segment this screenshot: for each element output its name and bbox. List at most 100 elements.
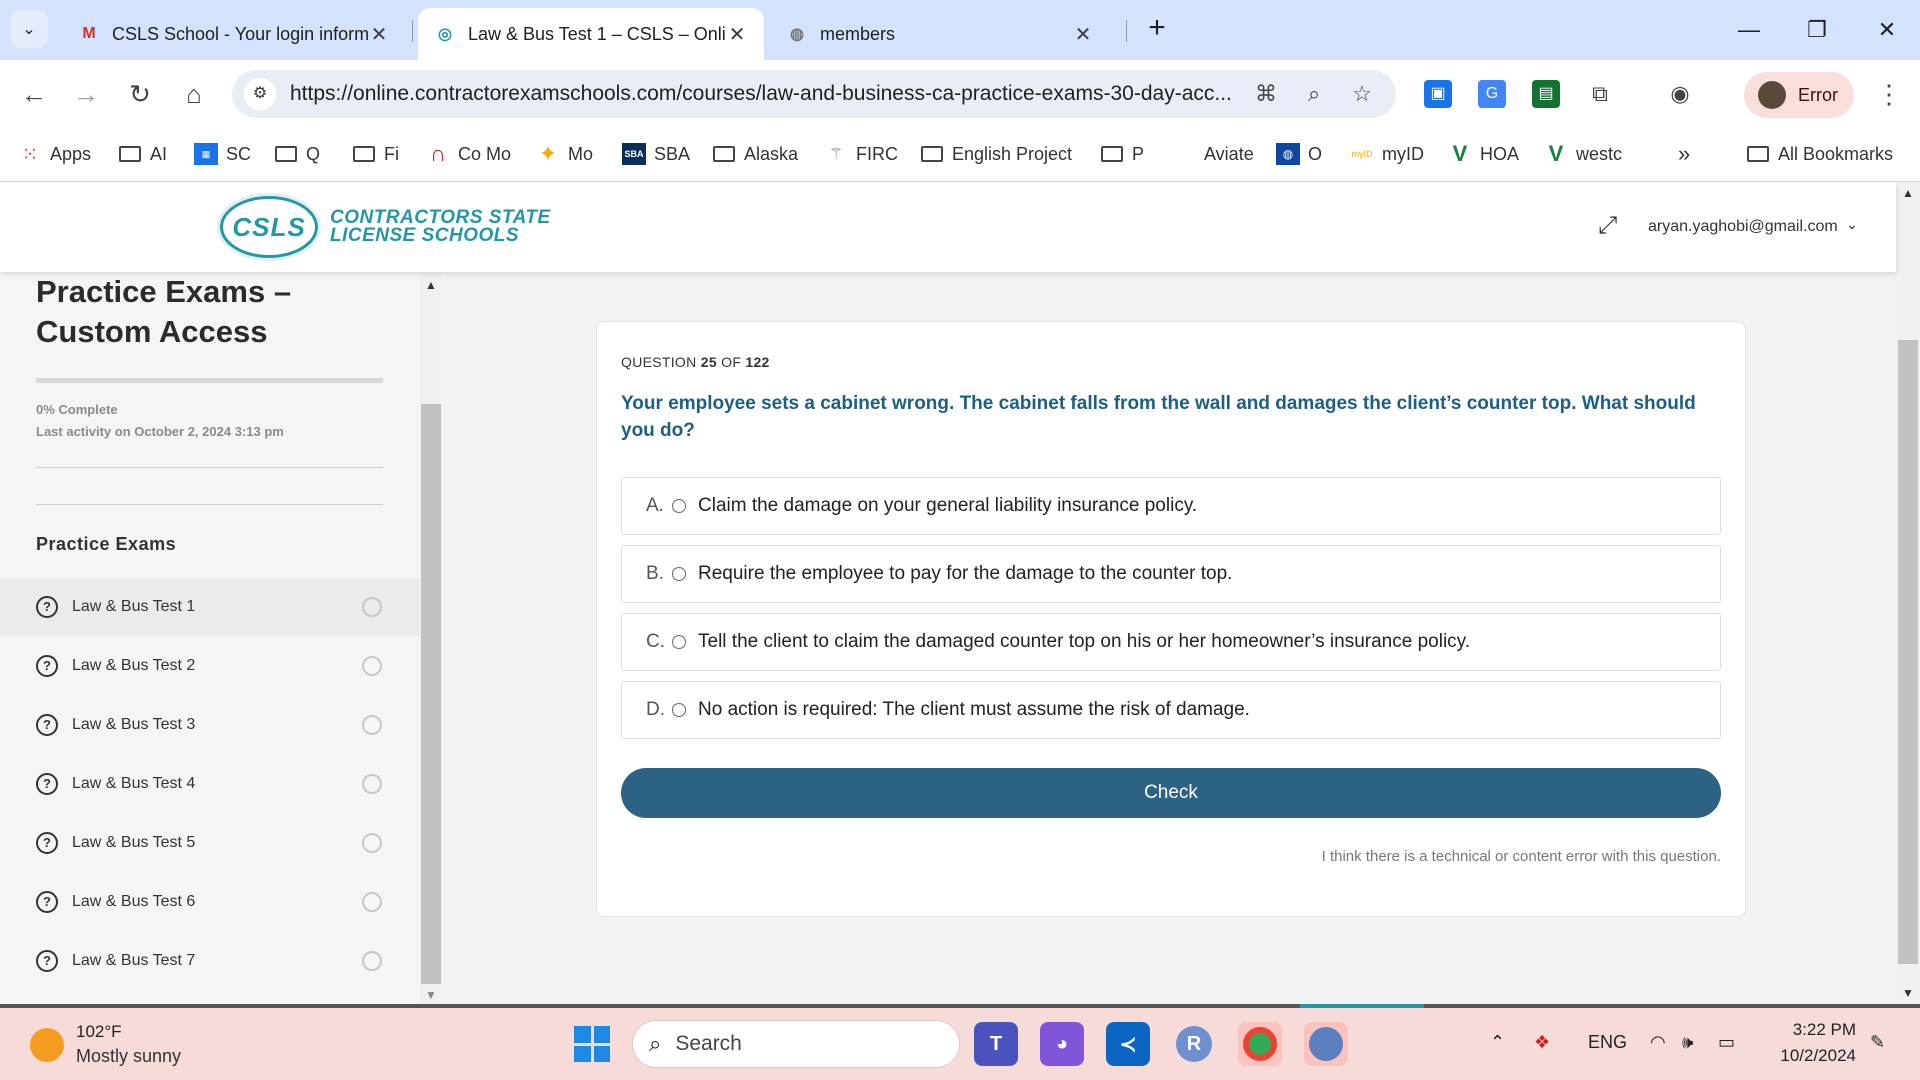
chrome-icon[interactable] bbox=[1238, 1022, 1282, 1066]
bookmark-p[interactable]: P bbox=[1100, 140, 1144, 168]
weather-temperature[interactable]: 102°F bbox=[76, 1022, 122, 1042]
wifi-icon[interactable]: ◠ bbox=[1650, 1032, 1666, 1053]
volume-icon[interactable]: 🕪 bbox=[1682, 1032, 1693, 1053]
scroll-down-arrow-icon[interactable]: ▼ bbox=[425, 988, 437, 1002]
tab-members[interactable]: ◍ members ✕ bbox=[770, 8, 1110, 60]
bookmark-aviate[interactable]: Aviate bbox=[1204, 140, 1254, 168]
browser-menu-icon[interactable]: ⋮ bbox=[1874, 74, 1904, 114]
new-tab-button[interactable]: + bbox=[1140, 12, 1174, 46]
answer-option-d[interactable]: D. No action is required: The client mus… bbox=[621, 681, 1721, 739]
url-text[interactable]: https://online.contractorexamschools.com… bbox=[290, 82, 1230, 106]
bookmark-firc[interactable]: ⚚ FIRC bbox=[824, 140, 898, 168]
sidebar-scrollbar[interactable]: ▲ ▼ bbox=[420, 272, 442, 1006]
check-button[interactable]: Check bbox=[621, 768, 1721, 818]
r-app-icon[interactable]: R bbox=[1172, 1022, 1216, 1066]
bookmark-fi[interactable]: Fi bbox=[352, 140, 399, 168]
close-tab-icon[interactable]: ✕ bbox=[726, 22, 748, 47]
translate-icon[interactable]: ⌘ bbox=[1250, 78, 1282, 110]
folder-icon bbox=[1746, 143, 1770, 165]
notifications-icon[interactable]: ✎ bbox=[1870, 1032, 1885, 1053]
battery-icon[interactable]: ▭ bbox=[1718, 1032, 1735, 1053]
sidebar-scroll-thumb[interactable] bbox=[421, 404, 441, 984]
bookmark-westc[interactable]: Vwestc bbox=[1544, 140, 1622, 168]
show-hidden-icons-chevron-icon[interactable]: ⌃ bbox=[1490, 1032, 1505, 1053]
dropbox-icon[interactable]: ❖ bbox=[1534, 1032, 1550, 1053]
zoom-icon[interactable]: ⌕ bbox=[1298, 78, 1330, 110]
reload-button[interactable]: ↻ bbox=[120, 74, 160, 114]
google-translate-extension-icon[interactable]: G bbox=[1478, 80, 1506, 108]
eagle-icon: ⚚ bbox=[828, 146, 844, 163]
sidebar-item-test-2[interactable]: ? Law & Bus Test 2 bbox=[0, 637, 420, 695]
sidebar-item-test-6[interactable]: ? Law & Bus Test 6 bbox=[0, 873, 420, 931]
page-scroll-thumb[interactable] bbox=[1898, 340, 1918, 964]
sidebar-item-test-4[interactable]: ? Law & Bus Test 4 bbox=[0, 755, 420, 813]
sidebar-item-test-3[interactable]: ? Law & Bus Test 3 bbox=[0, 696, 420, 754]
tab-search-chevron-icon[interactable]: ⌄ bbox=[10, 10, 48, 48]
sun-weather-icon[interactable] bbox=[30, 1028, 64, 1062]
bookmark-o[interactable]: ◍ O bbox=[1276, 140, 1322, 168]
site-info-icon[interactable]: ⚙ bbox=[244, 78, 276, 110]
close-tab-icon[interactable]: ✕ bbox=[368, 22, 390, 47]
forward-button[interactable]: → bbox=[66, 74, 106, 114]
windows-start-icon[interactable] bbox=[574, 1026, 610, 1062]
sidebar-item-test-5[interactable]: ? Law & Bus Test 5 bbox=[0, 814, 420, 872]
profile-error-button[interactable]: Error bbox=[1744, 72, 1854, 118]
close-tab-icon[interactable]: ✕ bbox=[1072, 22, 1094, 47]
tab-law-bus-test[interactable]: ◎ Law & Bus Test 1 – CSLS – Onlir ✕ bbox=[418, 8, 764, 60]
chevron-down-icon[interactable]: ⌄ bbox=[1846, 216, 1858, 233]
clock-time[interactable]: 3:22 PM bbox=[1790, 1020, 1856, 1040]
green-extension-icon[interactable]: ▤ bbox=[1532, 80, 1560, 108]
bookmark-apps[interactable]: ⁙ Apps bbox=[18, 140, 91, 168]
answer-option-b[interactable]: B. Require the employee to pay for the d… bbox=[621, 545, 1721, 603]
sidebar-item-test-7[interactable]: ? Law & Bus Test 7 bbox=[0, 932, 420, 990]
question-counter: QUESTION 25 OF 122 bbox=[621, 354, 770, 370]
camera-lens-icon[interactable]: ◉ bbox=[1666, 80, 1694, 108]
bookmark-english-project[interactable]: English Project bbox=[920, 140, 1072, 168]
radio-button[interactable] bbox=[672, 499, 686, 513]
back-button[interactable]: ← bbox=[14, 74, 54, 114]
radio-button[interactable] bbox=[672, 703, 686, 717]
language-indicator[interactable]: ENG bbox=[1588, 1032, 1627, 1053]
report-error-link[interactable]: I think there is a technical or content … bbox=[1322, 848, 1721, 865]
scroll-up-arrow-icon[interactable]: ▲ bbox=[1902, 186, 1914, 200]
home-button[interactable]: ⌂ bbox=[174, 74, 214, 114]
more-bookmarks-button[interactable]: » bbox=[1678, 140, 1690, 168]
restore-button[interactable]: ❐ bbox=[1792, 10, 1842, 50]
bookmark-sc[interactable]: ▦ SC bbox=[194, 140, 251, 168]
screenshot-extension-icon[interactable]: ▣ bbox=[1424, 80, 1452, 108]
user-menu-email[interactable]: aryan.yaghobi@gmail.com bbox=[1648, 218, 1838, 236]
csls-logo[interactable]: CSLS CONTRACTORS STATE LICENSE SCHOOLS bbox=[220, 196, 551, 258]
bookmark-co-mo[interactable]: ∩ Co Mo bbox=[426, 140, 511, 168]
weather-description[interactable]: Mostly sunny bbox=[76, 1046, 181, 1067]
bookmark-sba[interactable]: SBA SBA bbox=[622, 140, 690, 168]
tab-gmail[interactable]: M CSLS School - Your login inform ✕ bbox=[62, 8, 406, 60]
answer-option-a[interactable]: A. Claim the damage on your general liab… bbox=[621, 477, 1721, 535]
close-window-button[interactable]: ✕ bbox=[1862, 10, 1912, 50]
teams-icon[interactable]: T bbox=[974, 1022, 1018, 1066]
address-bar[interactable]: ⚙ https://online.contractorexamschools.c… bbox=[232, 70, 1396, 118]
radio-button[interactable] bbox=[672, 567, 686, 581]
minimize-button[interactable]: — bbox=[1724, 10, 1774, 50]
vscode-icon[interactable]: ≺ bbox=[1106, 1022, 1150, 1066]
copilot-icon[interactable]: ◕ bbox=[1040, 1022, 1084, 1066]
bookmark-hoa[interactable]: V HOA bbox=[1448, 140, 1519, 168]
extensions-puzzle-icon[interactable]: ⧉ bbox=[1586, 80, 1614, 108]
all-bookmarks-button[interactable]: All Bookmarks bbox=[1746, 140, 1893, 168]
bookmark-mo[interactable]: ✦ Mo bbox=[536, 140, 593, 168]
gmail-icon: M bbox=[82, 25, 96, 42]
clock-date[interactable]: 10/2/2024 bbox=[1770, 1046, 1856, 1066]
bookmark-alaska[interactable]: Alaska bbox=[712, 140, 798, 168]
scroll-up-arrow-icon[interactable]: ▲ bbox=[425, 278, 437, 292]
taskbar-search[interactable]: ⌕ Search bbox=[632, 1020, 960, 1068]
page-scrollbar[interactable]: ▲ ▼ bbox=[1896, 182, 1920, 1006]
fullscreen-expand-icon[interactable]: ⤢ bbox=[1598, 212, 1617, 240]
answer-option-c[interactable]: C. Tell the client to claim the damaged … bbox=[621, 613, 1721, 671]
bookmark-q[interactable]: Q bbox=[274, 140, 320, 168]
screen-recorder-icon[interactable] bbox=[1304, 1022, 1348, 1066]
bookmark-myid[interactable]: myID myID bbox=[1350, 140, 1425, 168]
sidebar-item-test-1[interactable]: ? Law & Bus Test 1 bbox=[0, 578, 420, 636]
radio-button[interactable] bbox=[672, 635, 686, 649]
scroll-down-arrow-icon[interactable]: ▼ bbox=[1902, 986, 1914, 1000]
bookmark-ai[interactable]: AI bbox=[118, 140, 167, 168]
bookmark-star-icon[interactable]: ☆ bbox=[1346, 78, 1378, 110]
